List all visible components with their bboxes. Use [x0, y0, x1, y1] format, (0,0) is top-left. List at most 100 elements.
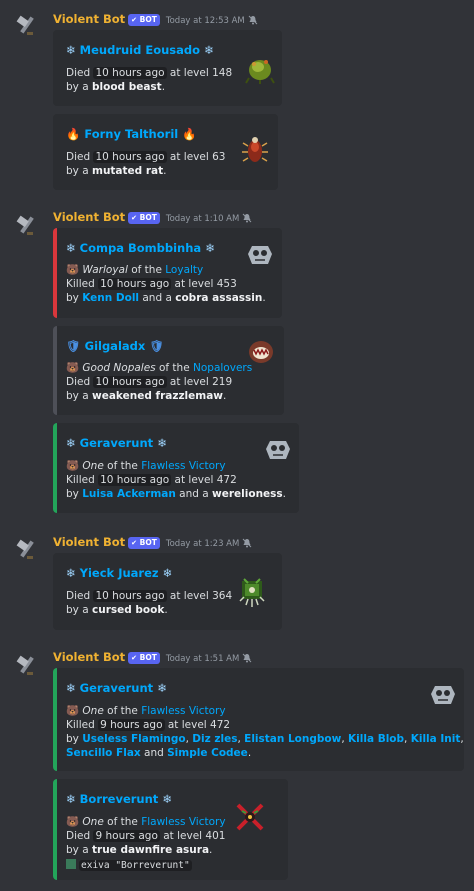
guild-link[interactable]: Flawless Victory — [141, 705, 225, 717]
death-embed: 🔥 Forny Talthoril 🔥 Died 10 hours ago at… — [53, 114, 278, 190]
creature-thumbnail[interactable] — [242, 50, 278, 86]
message-header: Violent Bot ✔ BOT Today at 1:51 AM — [53, 649, 252, 665]
guild-line: 🐻 One of the Flawless Victory — [66, 705, 226, 717]
check-icon: ✔ — [131, 654, 138, 662]
guild-link[interactable]: Loyalty — [165, 264, 203, 276]
snowflake-icon: ❄ — [66, 792, 76, 806]
death-line: Died 10 hours ago at level 63 — [66, 151, 226, 163]
embed-title[interactable]: 🛡 Gilgaladx 🛡 — [66, 338, 164, 354]
player-link[interactable]: Simple Codee — [167, 747, 248, 759]
creature-thumbnail[interactable] — [232, 799, 268, 835]
bot-badge: ✔ BOT — [128, 212, 160, 224]
kill-embed: ❄ Compa Bombbinha ❄ 🐻 Warloyal of the Lo… — [53, 228, 282, 318]
bot-avatar[interactable] — [12, 536, 40, 564]
bear-icon: 🐻 — [66, 705, 80, 717]
killer-line: by a weakened frazzlemaw. — [66, 390, 227, 402]
bot-badge: ✔ BOT — [128, 652, 160, 664]
terminal-icon — [66, 859, 76, 869]
player-link[interactable]: Diz zles — [192, 733, 237, 745]
creature-thumbnail[interactable] — [243, 334, 279, 370]
death-embed: 🛡 Gilgaladx 🛡 🐻 Good Nopales of the Nopa… — [53, 326, 284, 415]
embed-title[interactable]: ❄ Borreverunt ❄ — [66, 791, 172, 807]
inline-code: 10 hours ago — [98, 474, 172, 486]
bell-muted-icon — [242, 652, 252, 668]
death-line: Killed 9 hours ago at level 472 — [66, 719, 231, 731]
fire-icon: 🔥 — [66, 127, 81, 141]
guild-line: 🐻 One of the Flawless Victory — [66, 816, 226, 828]
player-link[interactable]: Elistan Longbow — [244, 733, 341, 745]
inline-code: 10 hours ago — [93, 151, 167, 163]
player-link[interactable]: Luisa Ackerman — [82, 488, 176, 500]
death-embed: ❄ Meudruid Eousado ❄ Died 10 hours ago a… — [53, 30, 282, 106]
death-line: Died 10 hours ago at level 364 — [66, 590, 233, 602]
snowflake-icon: ❄ — [66, 566, 76, 580]
timestamp[interactable]: Today at 1:23 AM — [166, 539, 239, 549]
snowflake-icon: ❄ — [66, 43, 76, 57]
killer-line: by a true dawnfire asura. — [66, 844, 213, 856]
death-embed: ❄ Borreverunt ❄ 🐻 One of the Flawless Vi… — [53, 779, 288, 880]
timestamp[interactable]: Today at 1:51 AM — [166, 654, 239, 664]
skull-thumbnail[interactable] — [260, 431, 296, 467]
message-header: Violent Bot ✔ BOT Today at 12:53 AM — [53, 11, 258, 27]
snowflake-icon: ❄ — [66, 681, 76, 695]
inline-code: 10 hours ago — [98, 278, 172, 290]
timestamp[interactable]: Today at 12:53 AM — [166, 16, 245, 26]
creature-thumbnail[interactable] — [232, 571, 272, 611]
bot-avatar[interactable] — [12, 12, 40, 40]
embed-title[interactable]: ❄ Geraverunt ❄ — [66, 435, 167, 451]
death-line: Died 10 hours ago at level 219 — [66, 376, 233, 388]
inline-code: 9 hours ago — [98, 719, 165, 731]
author-name[interactable]: Violent Bot — [53, 210, 125, 224]
death-line: Killed 10 hours ago at level 453 — [66, 278, 237, 290]
death-embed: ❄ Yieck Juarez ❄ Died 10 hours ago at le… — [53, 553, 282, 630]
death-line: Killed 10 hours ago at level 472 — [66, 474, 237, 486]
death-line: Died 10 hours ago at level 148 — [66, 67, 233, 79]
message-header: Violent Bot ✔ BOT Today at 1:10 AM — [53, 209, 252, 225]
check-icon: ✔ — [131, 539, 138, 547]
embed-title[interactable]: ❄ Geraverunt ❄ — [66, 680, 167, 696]
bot-avatar[interactable] — [12, 212, 40, 240]
author-name[interactable]: Violent Bot — [53, 650, 125, 664]
guild-link[interactable]: Flawless Victory — [141, 460, 225, 472]
player-link[interactable]: Killa Blob — [348, 733, 404, 745]
command-line: exiva "Borreverunt" — [66, 858, 192, 873]
timestamp[interactable]: Today at 1:10 AM — [166, 214, 239, 224]
guild-link[interactable]: Flawless Victory — [141, 816, 225, 828]
bell-muted-icon — [242, 212, 252, 228]
skull-thumbnail[interactable] — [242, 236, 278, 272]
bell-muted-icon — [242, 537, 252, 553]
embed-title[interactable]: ❄ Meudruid Eousado ❄ — [66, 42, 214, 58]
exiva-command[interactable]: exiva "Borreverunt" — [79, 860, 192, 871]
embed-title[interactable]: ❄ Yieck Juarez ❄ — [66, 565, 172, 581]
snowflake-icon: ❄ — [66, 436, 76, 450]
snowflake-icon: ❄ — [162, 792, 172, 806]
check-icon: ✔ — [131, 16, 138, 24]
embed-title[interactable]: 🔥 Forny Talthoril 🔥 — [66, 126, 197, 142]
snowflake-icon: ❄ — [162, 566, 173, 580]
message-header: Violent Bot ✔ BOT Today at 1:23 AM — [53, 534, 252, 550]
bot-badge: ✔ BOT — [128, 14, 160, 26]
killer-line: by a blood beast. — [66, 81, 166, 93]
kill-embed: ❄ Geraverunt ❄ 🐻 One of the Flawless Vic… — [53, 668, 464, 771]
author-name[interactable]: Violent Bot — [53, 12, 125, 26]
creature-thumbnail[interactable] — [237, 132, 273, 168]
player-link[interactable]: Useless Flamingo — [82, 733, 185, 745]
bear-icon: 🐻 — [66, 460, 80, 472]
kill-embed: ❄ Geraverunt ❄ 🐻 One of the Flawless Vic… — [53, 423, 299, 513]
player-link[interactable]: Kenn Doll — [82, 292, 139, 304]
player-link[interactable]: Sencillo Flax — [66, 747, 141, 759]
killer-line: by Kenn Doll and a cobra assassin. — [66, 292, 266, 304]
snowflake-icon: ❄ — [157, 436, 167, 450]
killer-line: by a cursed book. — [66, 604, 168, 616]
bot-avatar[interactable] — [12, 652, 40, 680]
player-link[interactable]: Killa Init — [411, 733, 461, 745]
killer-line-continued: Sencillo Flax and Simple Codee. — [66, 747, 252, 759]
killer-line: by Luisa Ackerman and a werelioness. — [66, 488, 287, 500]
skull-thumbnail[interactable] — [425, 676, 461, 712]
shield-icon: 🛡 — [66, 339, 81, 353]
killer-line: by a mutated rat. — [66, 165, 167, 177]
embed-title[interactable]: ❄ Compa Bombbinha ❄ — [66, 240, 215, 256]
bear-icon: 🐻 — [66, 264, 80, 276]
author-name[interactable]: Violent Bot — [53, 535, 125, 549]
guild-line: 🐻 One of the Flawless Victory — [66, 460, 226, 472]
